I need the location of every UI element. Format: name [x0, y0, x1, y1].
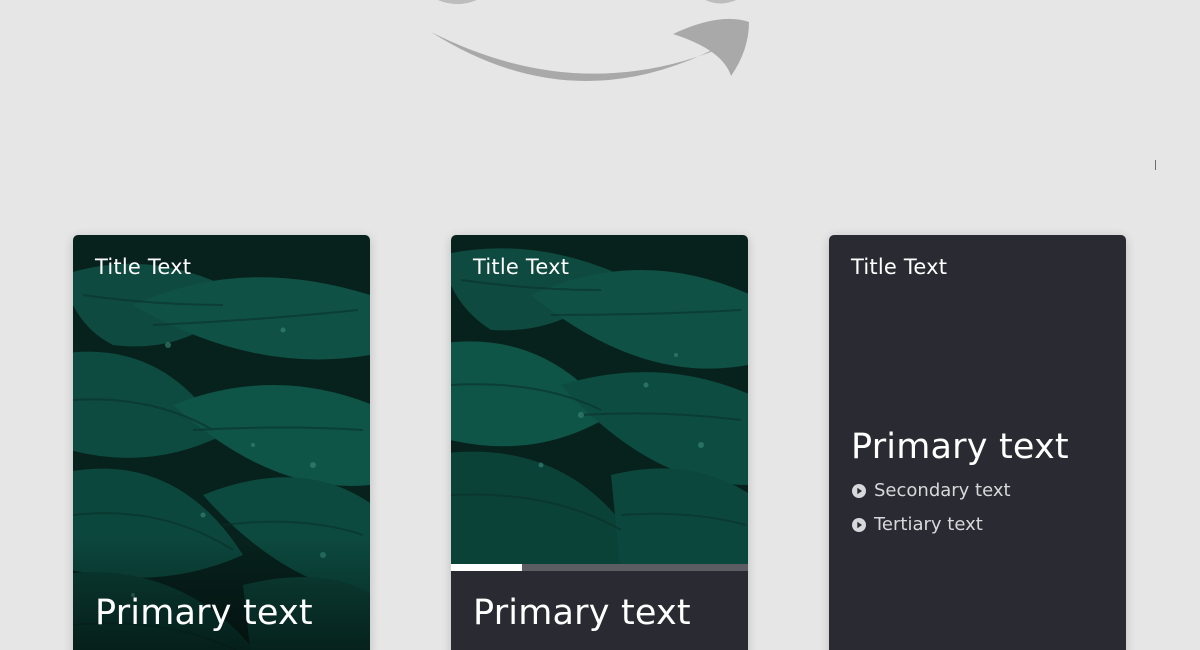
leaf-background-image — [451, 235, 748, 571]
card-media: Title Text — [451, 235, 748, 571]
play-circle-icon — [852, 517, 866, 532]
tertiary-text: Tertiary text — [874, 514, 983, 535]
progress-fill — [451, 564, 523, 571]
secondary-row: Secondary text — [851, 480, 1011, 501]
card-title: Title Text — [473, 255, 570, 279]
amazon-smile-logo — [431, 0, 749, 81]
text-cursor-mark — [1155, 160, 1156, 170]
card-primary-text: Primary text — [95, 593, 313, 633]
media-card-1[interactable]: Title Text Primary text — [73, 235, 370, 650]
page: Title Text Primary text Title Text Prima… — [0, 0, 1200, 650]
secondary-text: Secondary text — [874, 480, 1011, 501]
progress-bar[interactable] — [451, 564, 748, 571]
card-primary-text: Primary text — [473, 593, 691, 633]
card-title: Title Text — [95, 255, 192, 279]
tertiary-row: Tertiary text — [851, 514, 983, 535]
media-card-3[interactable]: Title Text Primary text Secondary text T… — [829, 235, 1126, 650]
leaf-background-image — [73, 235, 370, 650]
play-circle-icon — [852, 483, 866, 498]
card-title: Title Text — [851, 255, 948, 279]
card-primary-text: Primary text — [851, 427, 1069, 467]
media-card-2[interactable]: Title Text Primary text — [451, 235, 748, 650]
